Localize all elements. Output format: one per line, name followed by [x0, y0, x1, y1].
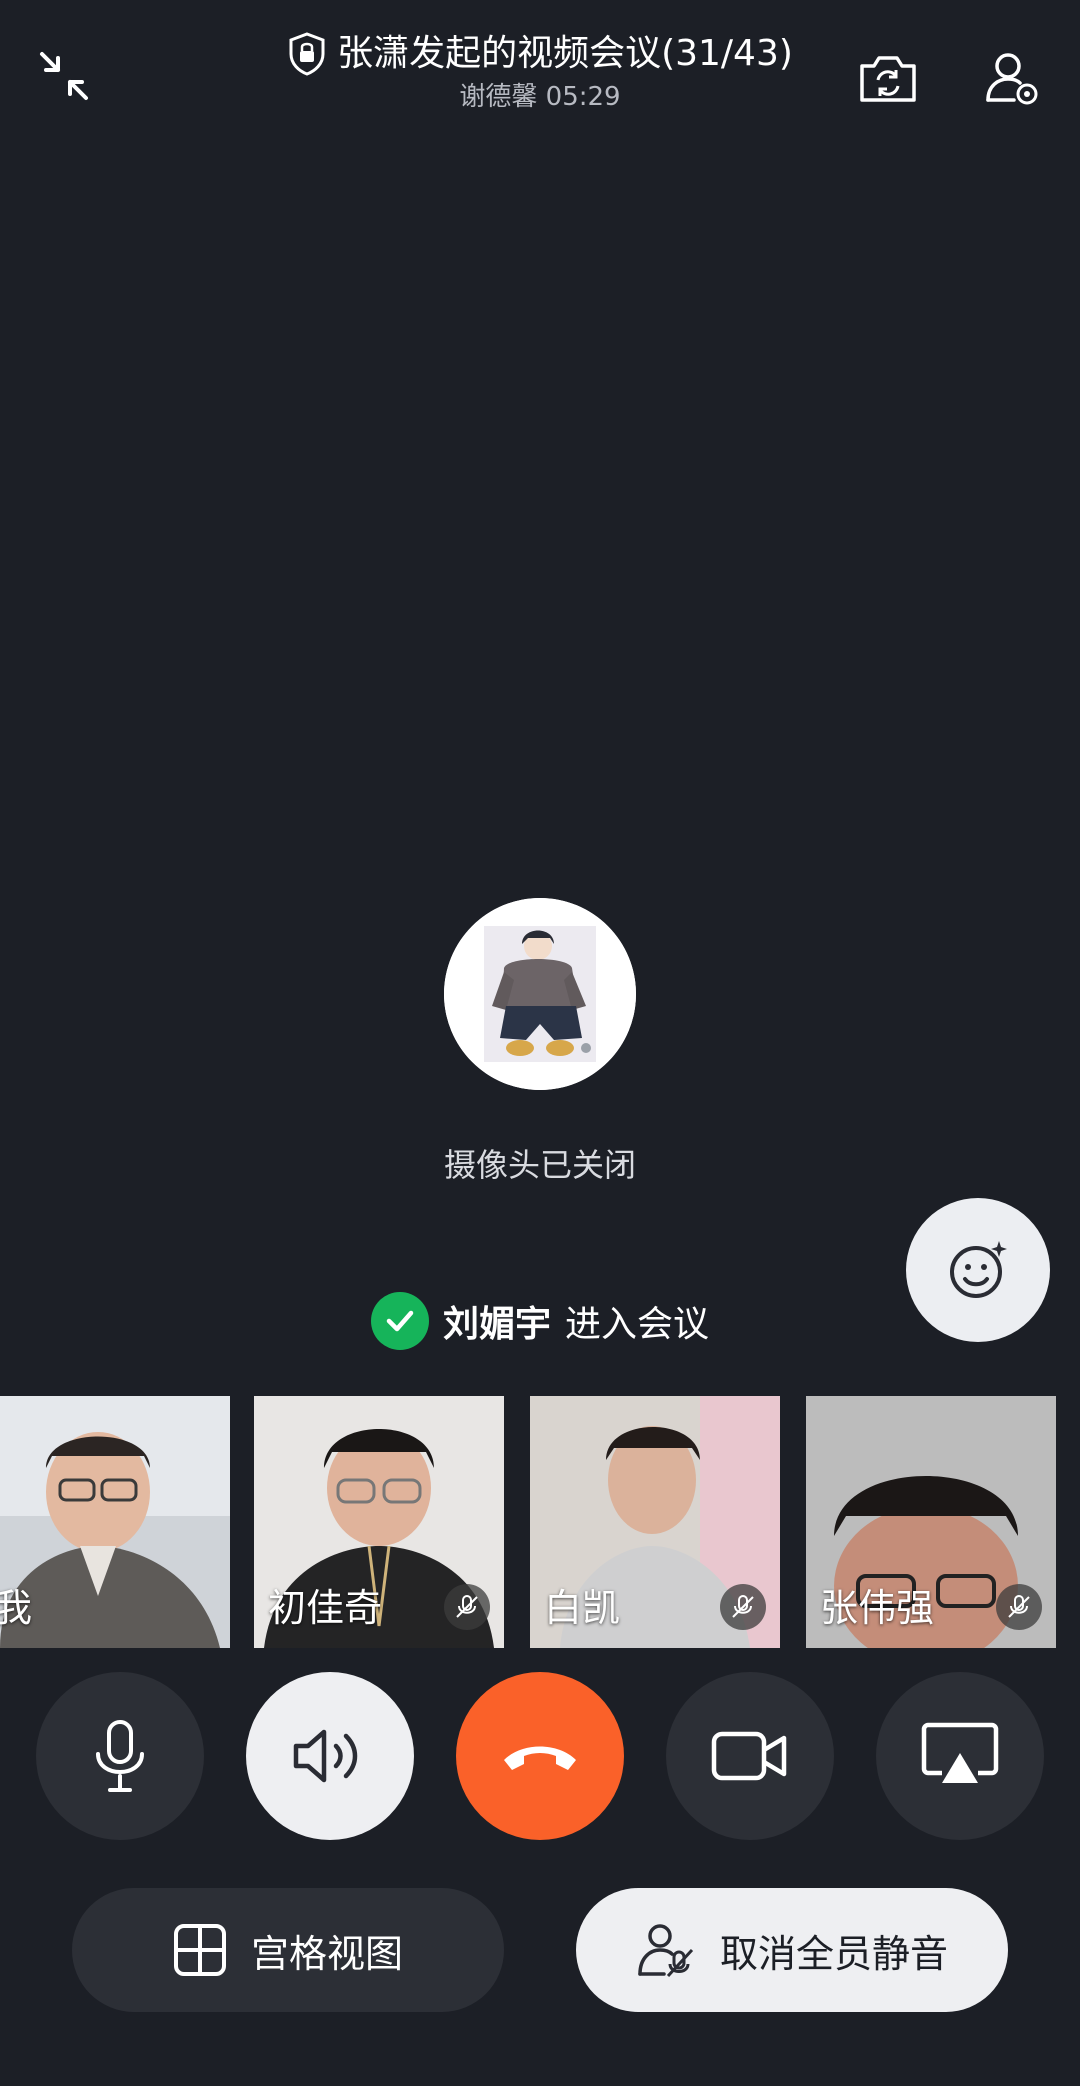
- collapse-icon: [40, 52, 88, 100]
- joined-participant-name: 刘媚宇: [442, 1304, 551, 1345]
- unmute-all-label: 取消全员静音: [719, 1931, 948, 1976]
- microphone-button[interactable]: [36, 1672, 204, 1840]
- meeting-title: 张潇发起的视频会议(31/43): [337, 33, 793, 74]
- participant-name: 初佳奇: [268, 1586, 383, 1630]
- check-icon: [370, 1292, 429, 1350]
- member-settings-icon: [986, 53, 1038, 105]
- participant-tile[interactable]: 白凯: [530, 1396, 780, 1648]
- speaker-button[interactable]: [246, 1672, 414, 1840]
- video-button[interactable]: [666, 1672, 834, 1840]
- participant-tile[interactable]: 我: [0, 1396, 230, 1648]
- meeting-screen: 张潇发起的视频会议(31/43) 谢德馨 05:29 摄像头已关闭 刘媚宇 进入…: [0, 0, 1080, 2086]
- unmute-all-button[interactable]: 取消全员静音: [576, 1888, 1008, 2012]
- top-bar: 张潇发起的视频会议(31/43) 谢德馨 05:29: [0, 0, 1080, 120]
- speaker-icon: [293, 1729, 358, 1783]
- smiley-sparkle-icon: [950, 1241, 1007, 1298]
- participant-tile[interactable]: 张伟强: [806, 1396, 1056, 1648]
- member-management-button[interactable]: [974, 40, 1050, 116]
- unmute-all-icon: [638, 1924, 694, 1978]
- reaction-button[interactable]: [906, 1198, 1050, 1342]
- meeting-title-area[interactable]: 张潇发起的视频会议(31/43) 谢德馨 05:29: [240, 30, 840, 114]
- grid-view-label: 宫格视图: [250, 1931, 403, 1976]
- switch-camera-button[interactable]: [850, 40, 926, 116]
- lock-icon: [289, 32, 325, 76]
- participant-name: 张伟强: [820, 1586, 935, 1630]
- joined-action-text: 进入会议: [565, 1304, 710, 1345]
- mic-muted-icon: [444, 1584, 490, 1630]
- screen-share-button[interactable]: [876, 1672, 1044, 1840]
- participant-name: 我: [0, 1586, 33, 1630]
- call-controls: [0, 1672, 1080, 1840]
- video-camera-icon: [711, 1731, 787, 1781]
- camera-off-status: 摄像头已关闭: [443, 1146, 636, 1184]
- speaker-and-duration: 谢德馨 05:29: [459, 82, 621, 112]
- hang-up-button[interactable]: [456, 1672, 624, 1840]
- mic-muted-icon: [720, 1584, 766, 1630]
- mic-muted-icon: [996, 1584, 1042, 1630]
- participant-name: 白凯: [544, 1586, 621, 1630]
- microphone-icon: [96, 1720, 144, 1792]
- hangup-icon: [504, 1746, 576, 1770]
- grid-icon: [173, 1924, 226, 1976]
- participant-thumbnails[interactable]: 我 初佳奇 白凯 张伟强: [0, 1396, 1080, 1648]
- grid-view-button[interactable]: 宫格视图: [72, 1888, 504, 2012]
- presenter-avatar: [444, 898, 636, 1090]
- participant-tile[interactable]: 初佳奇: [254, 1396, 504, 1648]
- collapse-button[interactable]: [28, 40, 100, 112]
- camera-switch-icon: [860, 56, 916, 102]
- screen-share-icon: [921, 1722, 999, 1783]
